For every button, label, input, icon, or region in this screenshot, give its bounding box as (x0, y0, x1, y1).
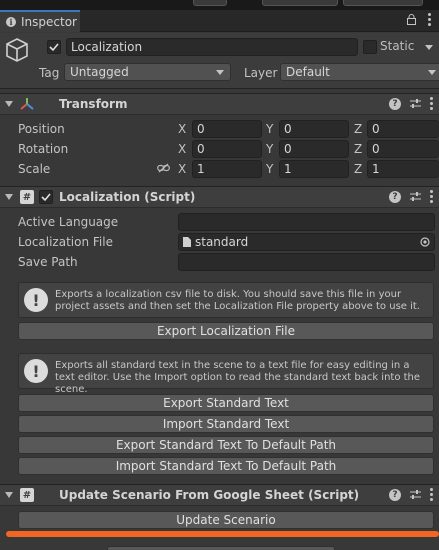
object-picker-icon[interactable] (420, 237, 430, 247)
localization-file-field[interactable]: standard (178, 233, 435, 251)
localization-file-label: Localization File (18, 235, 113, 249)
axis-z-label: Z (354, 142, 363, 156)
export-standard-text-default-path-button[interactable]: Export Standard Text To Default Path (18, 436, 434, 454)
export-help-box: ! Exports a localization csv file to dis… (18, 282, 434, 318)
info-icon: i (6, 17, 16, 27)
save-path-label: Save Path (18, 255, 78, 269)
axis-y-label: Y (266, 122, 274, 136)
transform-header[interactable]: Transform ? (0, 93, 439, 115)
position-label: Position (18, 122, 65, 136)
foldout-arrow-icon[interactable] (5, 194, 13, 200)
scale-z-field[interactable]: 1 (367, 160, 439, 178)
progress-highlight-bar (6, 531, 439, 537)
lock-icon[interactable] (407, 14, 416, 25)
component-menu-icon[interactable] (430, 190, 433, 203)
component-menu-icon[interactable] (430, 488, 433, 501)
layer-label: Layer (244, 66, 278, 80)
active-language-field[interactable] (178, 213, 435, 231)
text-asset-icon (183, 237, 191, 247)
active-checkbox[interactable] (47, 40, 61, 54)
axis-z-label: Z (354, 162, 363, 176)
localization-title: Localization (Script) (59, 190, 196, 204)
script-icon: # (20, 488, 34, 502)
gameobject-header: Localization Static Tag Untagged Layer D… (0, 33, 439, 89)
axis-y-label: Y (266, 162, 274, 176)
scale-label: Scale (18, 162, 51, 176)
import-standard-text-button[interactable]: Import Standard Text (18, 415, 434, 433)
tab-label: Inspector (21, 15, 77, 29)
help-icon[interactable]: ? (389, 97, 401, 110)
toolbar-strip (0, 0, 439, 10)
presets-icon[interactable] (410, 489, 421, 500)
standard-text-help-text: Exports all standard text in the scene t… (55, 360, 421, 395)
tag-label: Tag (39, 66, 60, 80)
localization-script-header[interactable]: # Localization (Script) ? (0, 186, 439, 208)
axis-x-label: X (178, 142, 187, 156)
axis-z-label: Z (354, 122, 363, 136)
gameobject-cube-icon (6, 38, 28, 62)
active-language-label: Active Language (18, 215, 119, 229)
export-localization-file-button[interactable]: Export Localization File (18, 322, 434, 340)
axis-y-label: Y (266, 142, 274, 156)
update-scenario-button[interactable]: Update Scenario (18, 511, 434, 529)
checkmark-icon (49, 43, 59, 52)
foldout-arrow-icon[interactable] (5, 101, 13, 107)
component-menu-icon[interactable] (430, 97, 433, 110)
layers-dropdown[interactable] (262, 0, 338, 6)
help-icon[interactable]: ? (389, 488, 401, 501)
save-path-field[interactable] (178, 253, 435, 271)
update-scenario-title: Update Scenario From Google Sheet (Scrip… (59, 488, 360, 502)
chevron-down-icon (216, 70, 224, 75)
tab-bar: i Inspector (0, 10, 439, 32)
object-name-input[interactable]: Localization (66, 38, 358, 56)
tag-dropdown[interactable]: Untagged (64, 63, 231, 81)
warning-icon: ! (24, 288, 48, 312)
scale-y-field[interactable]: 1 (279, 160, 349, 178)
toolbar-control[interactable] (193, 0, 227, 6)
foldout-arrow-icon[interactable] (5, 492, 13, 498)
presets-icon[interactable] (410, 191, 421, 202)
tab-menu-icon[interactable] (428, 13, 431, 26)
position-y-field[interactable]: 0 (279, 120, 349, 138)
tab-inspector[interactable]: i Inspector (0, 10, 80, 32)
layer-dropdown[interactable]: Default (280, 63, 439, 81)
standard-text-help-box: ! Exports all standard text in the scene… (18, 353, 434, 395)
position-x-field[interactable]: 0 (192, 120, 262, 138)
help-icon[interactable]: ? (389, 190, 401, 203)
update-scenario-script-header[interactable]: # Update Scenario From Google Sheet (Scr… (0, 484, 439, 506)
transform-axis-icon (20, 98, 34, 110)
rotation-z-field[interactable]: 0 (367, 140, 439, 158)
layout-dropdown[interactable] (343, 0, 423, 6)
transform-title: Transform (59, 97, 128, 111)
constrain-proportions-link-icon[interactable] (157, 163, 170, 173)
rotation-x-field[interactable]: 0 (192, 140, 262, 158)
export-standard-text-button[interactable]: Export Standard Text (18, 394, 434, 412)
rotation-label: Rotation (18, 142, 69, 156)
checkmark-icon (41, 193, 51, 202)
warning-icon: ! (24, 359, 48, 383)
import-standard-text-default-path-button[interactable]: Import Standard Text To Default Path (18, 457, 434, 475)
static-dropdown-icon[interactable] (425, 45, 433, 50)
static-label: Static (380, 39, 415, 53)
add-component-button[interactable] (107, 546, 335, 550)
layer-value: Default (286, 65, 330, 79)
localization-file-value: standard (195, 235, 249, 249)
axis-x-label: X (178, 162, 187, 176)
tag-value: Untagged (70, 65, 129, 79)
component-enabled-checkbox[interactable] (39, 190, 53, 204)
scale-x-field[interactable]: 1 (192, 160, 262, 178)
static-checkbox[interactable] (363, 40, 377, 54)
axis-x-label: X (178, 122, 187, 136)
rotation-y-field[interactable]: 0 (279, 140, 349, 158)
export-help-text: Exports a localization csv file to disk.… (55, 289, 420, 312)
chevron-down-icon (428, 70, 436, 75)
presets-icon[interactable] (410, 98, 421, 109)
script-icon: # (20, 190, 34, 204)
position-z-field[interactable]: 0 (367, 120, 439, 138)
